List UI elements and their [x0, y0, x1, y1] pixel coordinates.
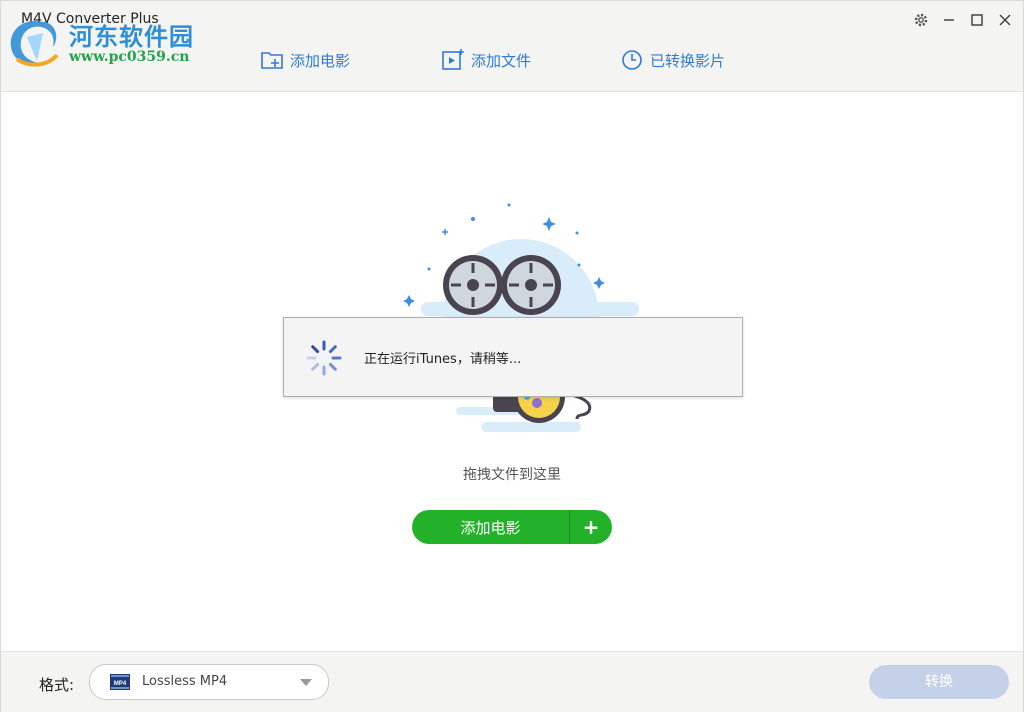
footer-bar: 格式: MP4 Lossless MP4 转换	[1, 651, 1023, 712]
minimize-icon[interactable]	[940, 11, 958, 29]
mp4-file-icon: MP4	[110, 674, 130, 690]
mp4-icon-text: MP4	[114, 681, 127, 687]
header-toolbar: M4V Converter Plus 河东软件园 www.pc0359.cn 添…	[1, 1, 1023, 92]
add-movie-button-label: 添加电影	[460, 518, 521, 537]
maximize-icon[interactable]	[968, 11, 986, 29]
format-select[interactable]: MP4 Lossless MP4	[89, 664, 329, 700]
loading-dialog: 正在运行iTunes，请稍等...	[283, 317, 743, 397]
watermark: 河东软件园 www.pc0359.cn	[7, 15, 217, 71]
converted-label: 已转换影片	[650, 51, 726, 70]
add-video-file-icon	[442, 49, 464, 70]
add-file-label: 添加文件	[471, 51, 532, 70]
converted-toolbar-button[interactable]: 已转换影片	[620, 47, 725, 73]
add-folder-icon	[261, 52, 283, 69]
format-value: Lossless MP4	[142, 674, 228, 689]
add-file-toolbar-button[interactable]: 添加文件	[441, 47, 531, 73]
app-window: M4V Converter Plus 河东软件园 www.pc0359.cn 添…	[0, 0, 1024, 712]
drop-hint-text: 拖拽文件到这里	[463, 467, 561, 483]
add-movie-label: 添加电影	[290, 51, 351, 70]
loading-spinner-icon	[306, 340, 342, 376]
plus-icon[interactable]: +	[570, 510, 612, 544]
watermark-logo-icon	[10, 21, 59, 67]
add-movie-button[interactable]: 添加电影 +	[412, 510, 612, 544]
convert-button[interactable]: 转换	[869, 665, 1009, 699]
watermark-site-name: 河东软件园	[69, 23, 194, 51]
format-label: 格式:	[39, 676, 75, 694]
watermark-url: www.pc0359.cn	[69, 49, 190, 65]
dialog-message: 正在运行iTunes，请稍等...	[364, 352, 522, 367]
settings-gear-icon[interactable]	[912, 11, 930, 29]
close-icon[interactable]	[996, 11, 1014, 29]
add-movie-toolbar-button[interactable]: 添加电影	[260, 47, 350, 73]
clock-icon	[622, 50, 642, 70]
chevron-down-icon	[300, 679, 312, 686]
